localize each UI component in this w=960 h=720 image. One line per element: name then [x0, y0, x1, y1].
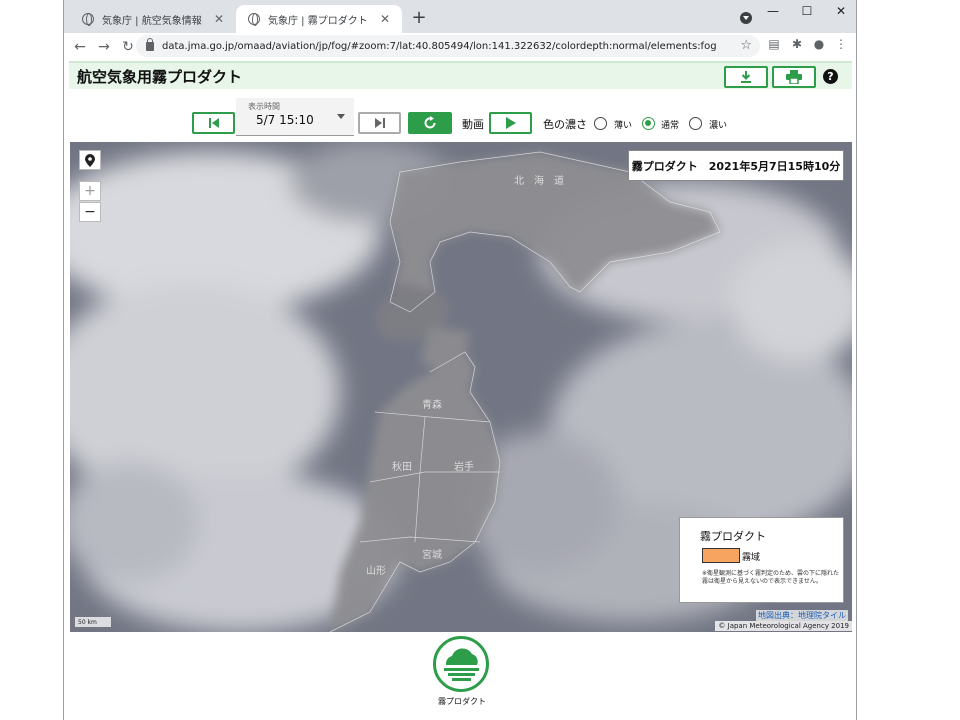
fog-product-label: 霧プロダクト [438, 697, 486, 706]
tab-search-icon[interactable] [740, 12, 752, 24]
download-button[interactable] [724, 66, 768, 88]
legend-title: 霧プロダクト [700, 530, 766, 543]
print-icon [786, 70, 802, 84]
page-header: 航空気象用霧プロダクト ? [69, 61, 852, 89]
last-frame-button[interactable] [358, 112, 401, 134]
time-select[interactable]: 表示時間 5/7 15:10 [236, 98, 354, 136]
page-title: 航空気象用霧プロダクト [77, 67, 243, 86]
zoom-in-button[interactable]: + [79, 181, 101, 201]
radio-dark-label: 濃い [709, 121, 728, 131]
tab-aviation-weather[interactable]: 気象庁 | 航空気象情報 ✕ [70, 5, 236, 33]
help-button[interactable]: ? [823, 69, 838, 84]
place-label: 青森 [422, 400, 442, 411]
place-label: 秋田 [392, 462, 412, 473]
copyright-text: © Japan Meteorological Agency 2019 [715, 621, 852, 631]
new-tab-button[interactable]: + [409, 7, 429, 28]
legend-swatch-fog [702, 548, 740, 563]
close-tab-icon[interactable]: ✕ [212, 12, 226, 26]
bookmark-star-icon[interactable]: ☆ [740, 38, 752, 53]
profile-icon[interactable]: ● [810, 37, 828, 51]
lock-icon [146, 37, 154, 51]
radio-dark[interactable] [689, 117, 702, 130]
legend-label-fog: 霧域 [742, 553, 761, 563]
skip-last-icon [374, 118, 385, 128]
print-button[interactable] [772, 66, 816, 88]
back-icon[interactable]: ← [68, 39, 92, 55]
browser-window: 気象庁 | 航空気象情報 ✕ 気象庁 | 霧プロダクト ✕ + — ☐ ✕ ← … [63, 0, 857, 720]
time-label: 表示時間 [248, 102, 280, 111]
product-time-info: 霧プロダクト 2021年5月7日15時10分 [628, 150, 844, 181]
url-text: data.jma.go.jp/omaad/aviation/jp/fog/#zo… [162, 40, 717, 52]
place-label: 北 海 道 [514, 176, 564, 187]
tab-title: 気象庁 | 航空気象情報 [102, 15, 202, 27]
fog-cloud-icon [444, 648, 479, 681]
location-pin-icon [85, 153, 95, 167]
fog-map[interactable]: 北 海 道 青森 秋田 岩手 宮城 山形 + − 霧プロダクト 2021年5月7… [70, 142, 852, 632]
radio-normal[interactable] [642, 117, 655, 130]
download-icon [741, 71, 751, 83]
time-controls: 表示時間 5/7 15:10 動画 色の濃さ 薄い 通常 濃い [64, 96, 856, 136]
forward-icon[interactable]: → [92, 39, 116, 55]
tab-strip: 気象庁 | 航空気象情報 ✕ 気象庁 | 霧プロダクト ✕ + — ☐ ✕ [64, 0, 856, 33]
maximize-icon[interactable]: ☐ [790, 0, 824, 22]
first-frame-button[interactable] [192, 112, 235, 134]
close-tab-icon[interactable]: ✕ [378, 12, 392, 26]
place-label: 山形 [366, 566, 386, 577]
time-value: 5/7 15:10 [256, 113, 314, 127]
refresh-icon [424, 116, 436, 129]
map-attribution-link[interactable]: 地図出典：地理院タイル [756, 610, 848, 621]
play-animation-button[interactable] [489, 112, 532, 134]
minimize-icon[interactable]: — [756, 0, 790, 22]
extensions-puzzle-icon[interactable]: ✱ [788, 37, 806, 51]
map-legend: 霧プロダクト 霧域 ※衛星観測に基づく霧判定のため、雲の下に隠れた霧は衛星から見… [679, 517, 844, 603]
radio-normal-label: 通常 [661, 121, 680, 131]
fog-product-button[interactable] [433, 636, 489, 692]
location-button[interactable] [79, 150, 101, 170]
radio-light-label: 薄い [614, 121, 633, 131]
globe-icon [82, 13, 94, 26]
tab-fog-product[interactable]: 気象庁 | 霧プロダクト ✕ [236, 5, 402, 33]
legend-note: ※衛星観測に基づく霧判定のため、雲の下に隠れた霧は衛星から見えないので表示できま… [702, 570, 840, 585]
radio-light[interactable] [594, 117, 607, 130]
animation-label: 動画 [462, 118, 484, 131]
address-bar[interactable]: data.jma.go.jp/omaad/aviation/jp/fog/#zo… [136, 35, 760, 57]
close-window-icon[interactable]: ✕ [824, 0, 856, 22]
tab-title: 気象庁 | 霧プロダクト [268, 15, 368, 27]
color-depth-label: 色の濃さ [543, 118, 587, 131]
place-label: 岩手 [454, 462, 474, 473]
zoom-out-button[interactable]: − [79, 202, 101, 222]
dropdown-caret-icon [337, 114, 345, 119]
browser-toolbar: ← → ↻ data.jma.go.jp/omaad/aviation/jp/f… [64, 33, 856, 60]
refresh-latest-button[interactable] [408, 112, 452, 134]
skip-first-icon [208, 118, 219, 128]
menu-kebab-icon[interactable]: ⋮ [832, 37, 850, 51]
play-icon [505, 117, 516, 129]
place-label: 宮城 [422, 550, 442, 561]
pdf-extension-icon[interactable]: ▤ [765, 37, 783, 51]
window-controls: — ☐ ✕ [756, 0, 856, 22]
globe-icon [248, 13, 260, 26]
map-scale: 50 km [74, 617, 112, 628]
